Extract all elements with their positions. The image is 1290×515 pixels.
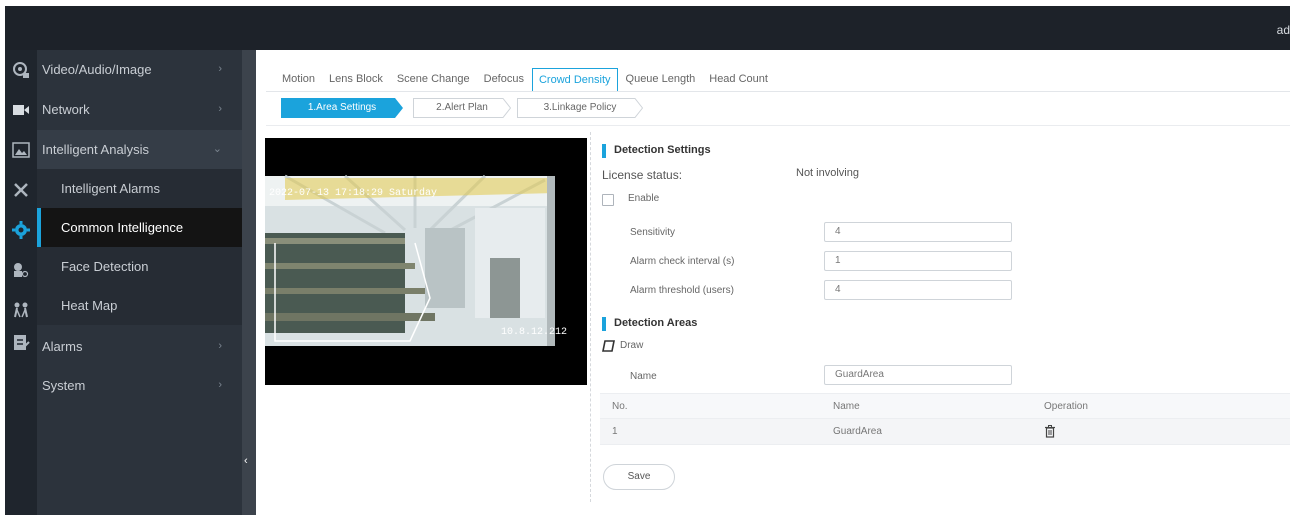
enable-checkbox[interactable] — [602, 194, 614, 206]
areas-table-header: No. Name Operation — [600, 393, 1290, 419]
area-name-input[interactable]: GuardArea — [824, 365, 1012, 385]
nav-face-detection[interactable]: Face Detection — [37, 247, 242, 286]
table-row[interactable]: 1 GuardArea — [600, 419, 1290, 445]
tab-scene-change[interactable]: Scene Change — [391, 68, 476, 92]
step-label: 2.Alert Plan — [436, 102, 488, 113]
chevron-down-icon: ⌄ — [212, 143, 222, 155]
camera-settings-icon[interactable] — [11, 60, 31, 80]
tab-queue-length[interactable]: Queue Length — [620, 68, 702, 92]
network-icon[interactable] — [11, 100, 31, 120]
alarm-check-interval-input[interactable]: 1 — [824, 251, 1012, 271]
app-window: ad Video/Audio/Image › Network › Intelli… — [5, 6, 1290, 515]
sidebar: Video/Audio/Image › Network › Intelligen… — [37, 50, 242, 515]
video-camera-label: 10.8.12.212 — [501, 327, 567, 338]
sidebar-collapse-strip[interactable]: ‹ — [242, 50, 256, 515]
tools-icon[interactable] — [11, 180, 31, 200]
people-icon[interactable] — [11, 300, 31, 320]
video-timestamp: 2022-07-13 17:18:29 Saturday — [269, 187, 437, 199]
chevron-right-icon: › — [218, 63, 222, 75]
collapse-arrow-icon[interactable]: ‹ — [244, 455, 248, 467]
tab-defocus[interactable]: Defocus — [478, 68, 530, 92]
nav-label: Video/Audio/Image — [42, 62, 152, 77]
tab-head-count[interactable]: Head Count — [703, 68, 774, 92]
nav-system[interactable]: System › — [37, 366, 242, 405]
nav-alarms[interactable]: Alarms › — [37, 327, 242, 366]
enable-label: Enable — [628, 193, 660, 204]
step-label: 1.Area Settings — [307, 102, 377, 113]
icon-bar — [5, 50, 37, 515]
license-status-value: Not involving — [796, 167, 859, 179]
user-name[interactable]: ad — [1277, 23, 1290, 37]
nav-label: Intelligent Analysis — [42, 142, 149, 157]
step-area-settings[interactable]: 1.Area Settings — [281, 98, 403, 118]
column-header-no: No. — [612, 401, 628, 412]
alarm-threshold-label: Alarm threshold (users) — [630, 285, 734, 296]
chevron-right-icon: › — [218, 340, 222, 352]
nav-intelligent-alarms[interactable]: Intelligent Alarms — [37, 169, 242, 208]
step-label: 3.Linkage Policy — [543, 102, 617, 113]
nav-label: Intelligent Alarms — [61, 181, 160, 196]
nav-network[interactable]: Network › — [37, 90, 242, 129]
chevron-right-icon: › — [218, 379, 222, 391]
row-no: 1 — [612, 426, 618, 437]
video-preview[interactable]: 2022-07-13 17:18:29 Saturday 10.8.12.212 — [265, 138, 587, 385]
nav-intelligent-analysis[interactable]: Intelligent Analysis ⌄ — [37, 130, 242, 169]
license-status-label: License status: — [602, 168, 683, 182]
alarm-check-interval-label: Alarm check interval (s) — [630, 256, 735, 267]
tab-motion[interactable]: Motion — [276, 68, 321, 92]
nav-label: Alarms — [42, 339, 83, 354]
draw-label: Draw — [620, 340, 644, 351]
detection-settings-title: Detection Settings — [602, 144, 711, 158]
face-search-icon[interactable] — [11, 260, 31, 280]
nav-label: Common Intelligence — [61, 220, 184, 235]
tab-lens-block[interactable]: Lens Block — [323, 68, 389, 92]
image-icon[interactable] — [11, 140, 31, 160]
tab-divider — [266, 91, 1290, 92]
nav-label: Face Detection — [61, 259, 149, 274]
nav-label: Network — [42, 102, 90, 117]
main-content: Motion Lens Block Scene Change Defocus C… — [256, 50, 1290, 515]
gear-icon[interactable] — [11, 220, 31, 240]
sensitivity-label: Sensitivity — [630, 227, 676, 238]
chevron-right-icon: › — [218, 103, 222, 115]
sensitivity-input[interactable]: 4 — [824, 222, 1012, 242]
top-bar: ad — [5, 6, 1290, 50]
tab-bar: Motion Lens Block Scene Change Defocus C… — [276, 68, 776, 92]
step-linkage-policy[interactable]: 3.Linkage Policy — [517, 98, 643, 118]
nav-common-intelligence[interactable]: Common Intelligence — [37, 208, 242, 247]
draw-polygon-icon — [602, 340, 615, 352]
trash-icon[interactable] — [1044, 425, 1056, 443]
step-alert-plan[interactable]: 2.Alert Plan — [413, 98, 511, 118]
nav-video-audio-image[interactable]: Video/Audio/Image › — [37, 50, 242, 89]
detection-areas-title: Detection Areas — [602, 317, 697, 331]
nav-heat-map[interactable]: Heat Map — [37, 286, 242, 325]
column-header-operation: Operation — [1044, 401, 1088, 412]
alarm-threshold-input[interactable]: 4 — [824, 280, 1012, 300]
column-header-name: Name — [833, 401, 860, 412]
save-button[interactable]: Save — [603, 464, 675, 490]
panel-divider — [590, 132, 591, 502]
area-name-label: Name — [630, 371, 657, 382]
steps-divider — [266, 125, 1290, 126]
tab-crowd-density[interactable]: Crowd Density — [531, 68, 618, 92]
nav-label: System — [42, 378, 86, 393]
row-name: GuardArea — [833, 426, 882, 437]
clipboard-icon[interactable] — [11, 332, 31, 352]
nav-label: Heat Map — [61, 298, 118, 313]
